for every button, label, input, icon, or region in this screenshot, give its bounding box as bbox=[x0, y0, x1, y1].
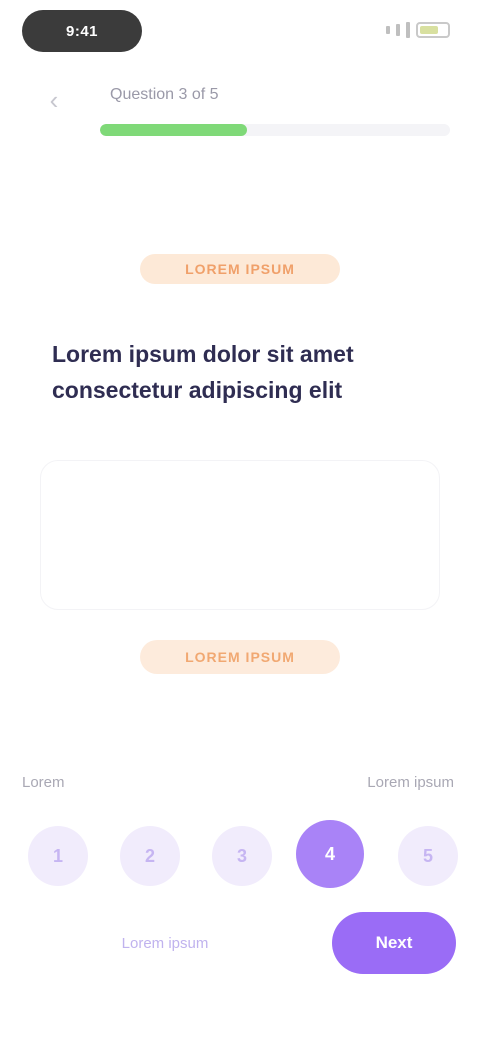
question-text: Lorem ipsum dolor sit amet consectetur a… bbox=[52, 341, 354, 403]
progress-bar-fill bbox=[100, 124, 247, 136]
rating-option-1[interactable]: 1 bbox=[28, 826, 88, 886]
back-arrow-icon[interactable]: ‹ bbox=[34, 80, 74, 120]
question-counter: Question 3 of 5 bbox=[110, 86, 219, 103]
battery-icon bbox=[416, 22, 450, 38]
progress-bar bbox=[100, 124, 450, 136]
status-indicators bbox=[354, 18, 450, 42]
rating-option-3[interactable]: 3 bbox=[212, 826, 272, 886]
rating-option-2[interactable]: 2 bbox=[120, 826, 180, 886]
scale-high-label: Lorem ipsum bbox=[367, 774, 454, 791]
category-badge: LOREM IPSUM bbox=[140, 254, 340, 284]
rating-scale: 1 2 3 4 5 bbox=[0, 820, 480, 890]
hint-badge: LOREM IPSUM bbox=[140, 640, 340, 674]
next-button[interactable]: Next bbox=[332, 912, 456, 974]
rating-option-4[interactable]: 4 bbox=[296, 820, 364, 888]
question-card bbox=[40, 460, 440, 610]
battery-level bbox=[420, 26, 439, 34]
rating-option-5[interactable]: 5 bbox=[398, 826, 458, 886]
signal-icon bbox=[406, 22, 410, 38]
scale-low-label: Lorem bbox=[22, 774, 65, 791]
skip-link[interactable]: Lorem ipsum bbox=[100, 928, 230, 958]
signal-icon bbox=[396, 24, 400, 36]
signal-icon bbox=[386, 26, 390, 34]
survey-screen: 9:41 ‹ Question 3 of 5 LOREM IPSUM Lorem… bbox=[0, 0, 480, 1040]
status-time: 9:41 bbox=[22, 10, 142, 52]
